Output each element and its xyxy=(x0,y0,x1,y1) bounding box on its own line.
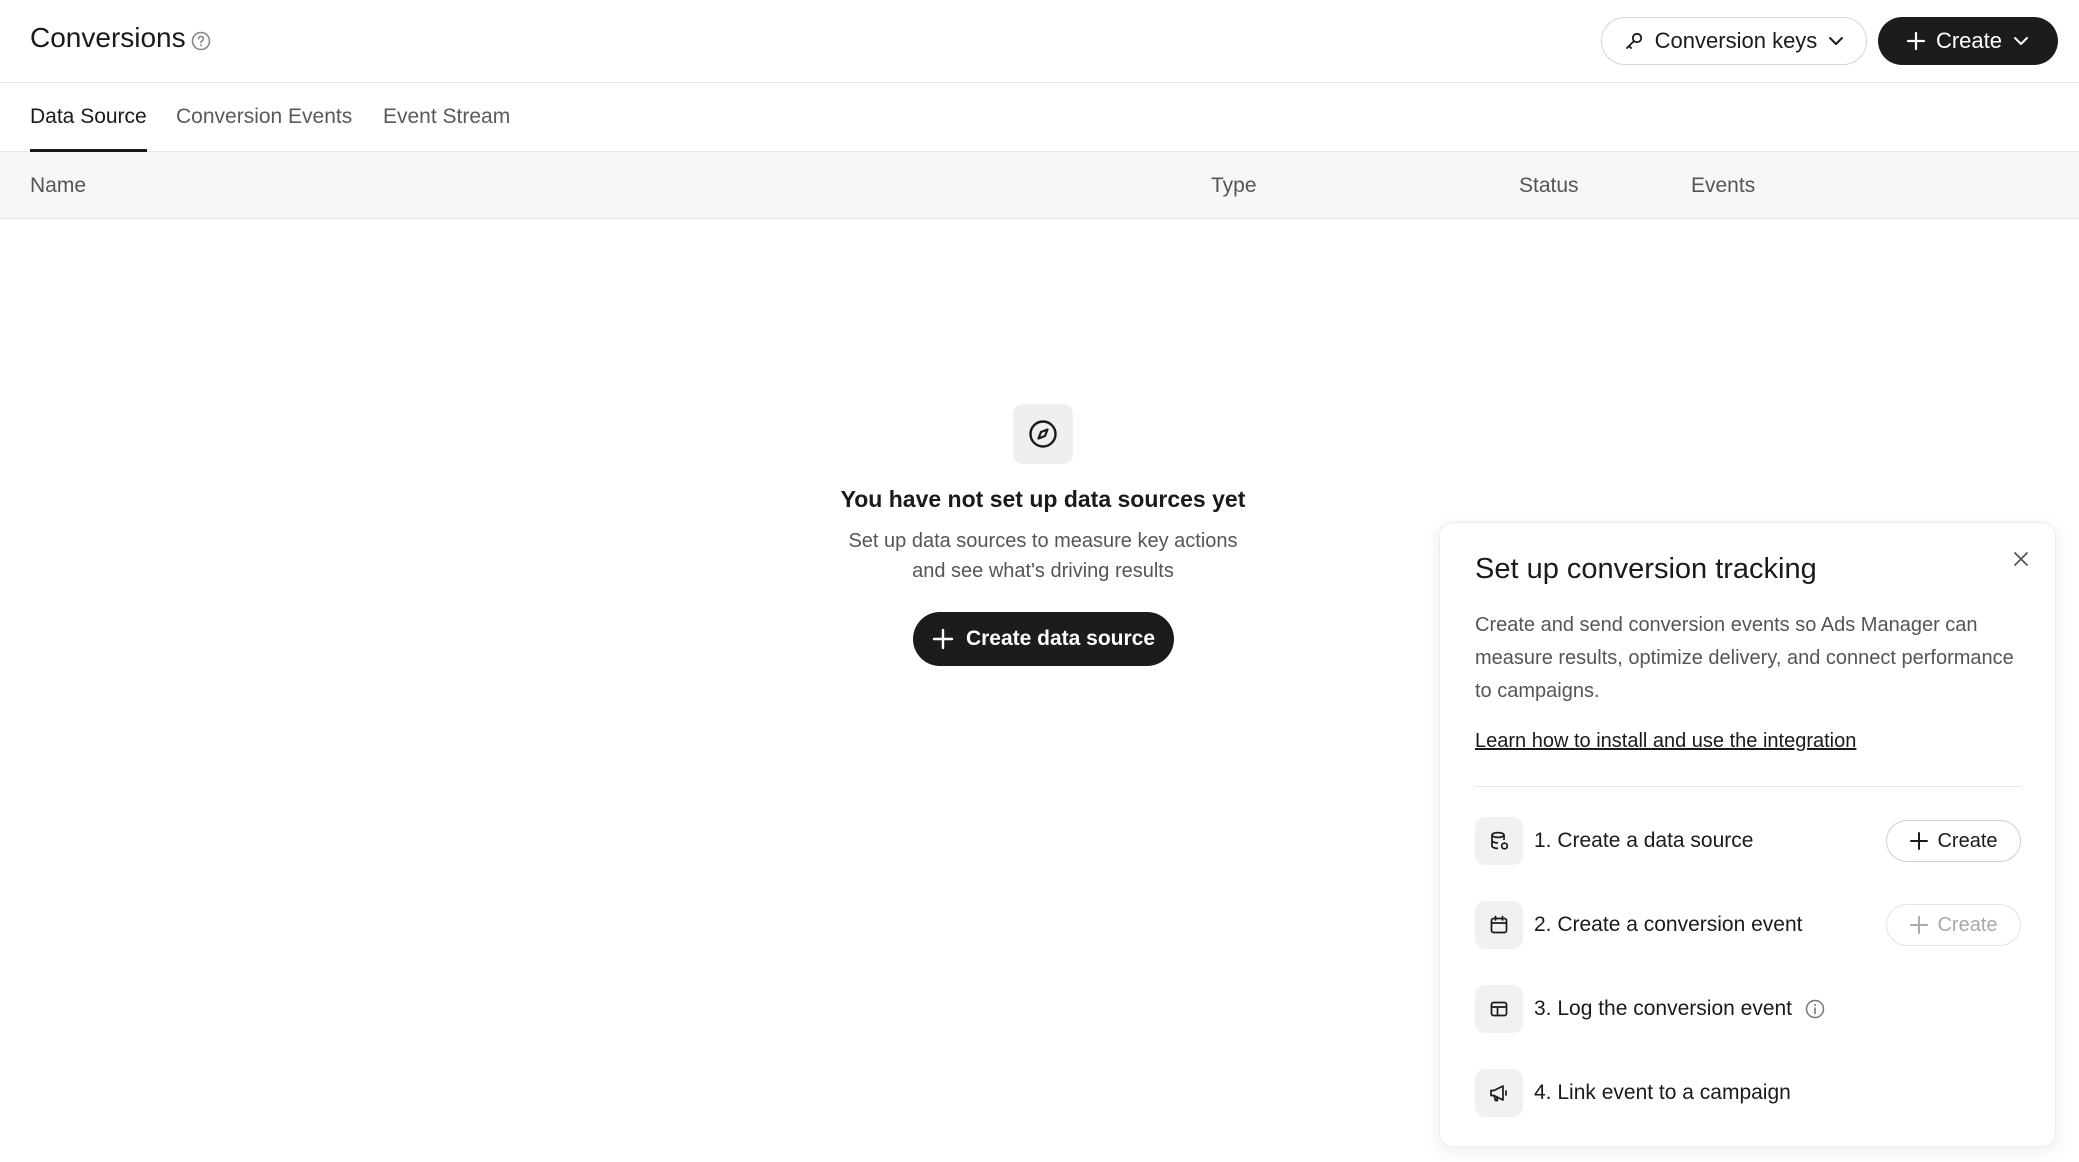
column-header-events[interactable]: Events xyxy=(1691,174,1755,198)
step-create-conversion-event-button[interactable]: Create xyxy=(1886,904,2021,946)
empty-state-icon-box xyxy=(1013,404,1073,464)
setup-step-create-conversion-event: 2. Create a conversion event Create xyxy=(1475,901,2021,951)
setup-step-link-event-to-campaign: 4. Link event to a campaign xyxy=(1475,1069,2021,1119)
page-title: Conversions xyxy=(30,22,186,53)
conversions-page: Conversions Conversion keys Create Data … xyxy=(0,0,2079,1162)
tab-conversion-events[interactable]: Conversion Events xyxy=(176,105,352,149)
layout-icon xyxy=(1490,1001,1508,1017)
panel-title: Set up conversion tracking xyxy=(1475,553,1817,585)
tab-event-stream[interactable]: Event Stream xyxy=(383,105,510,149)
step-label: 4. Link event to a campaign xyxy=(1534,1081,1791,1104)
plus-icon xyxy=(932,628,954,650)
help-icon[interactable] xyxy=(190,30,212,52)
table-header: Name Type Status Events xyxy=(0,152,2079,219)
step-label: 2. Create a conversion event xyxy=(1534,913,1803,936)
chevron-down-icon xyxy=(2014,37,2029,45)
close-icon[interactable] xyxy=(2011,549,2031,569)
step-label: 3. Log the conversion event xyxy=(1534,997,1793,1020)
step-label-wrapper: 3. Log the conversion event xyxy=(1534,997,1826,1021)
create-data-source-label: Create data source xyxy=(965,627,1156,650)
key-icon xyxy=(1625,32,1642,49)
megaphone-icon xyxy=(1490,1085,1507,1102)
step-create-label: Create xyxy=(1937,829,1998,852)
create-data-source-button[interactable]: Create data source xyxy=(913,612,1174,666)
setup-step-create-data-source: 1. Create a data source Create xyxy=(1475,817,2021,867)
integration-guide-link[interactable]: Learn how to install and use the integra… xyxy=(1475,730,1856,753)
step-label: 1. Create a data source xyxy=(1534,829,1754,852)
step-create-label: Create xyxy=(1937,913,1998,936)
database-icon xyxy=(1491,831,1509,850)
plus-icon xyxy=(1906,31,1926,51)
setup-conversion-tracking-panel: Set up conversion tracking Create and se… xyxy=(1439,522,2056,1147)
column-header-name[interactable]: Name xyxy=(30,174,86,198)
info-icon[interactable] xyxy=(1804,998,1826,1020)
panel-divider xyxy=(1475,786,2021,787)
conversion-keys-label: Conversion keys xyxy=(1654,28,1818,53)
panel-description: Create and send conversion events so Ads… xyxy=(1475,614,2014,702)
create-button[interactable]: Create xyxy=(1878,17,2058,65)
step-create-data-source-button[interactable]: Create xyxy=(1886,820,2021,862)
setup-step-log-conversion-event: 3. Log the conversion event xyxy=(1475,985,2021,1035)
column-header-status[interactable]: Status xyxy=(1519,174,1579,198)
chevron-down-icon xyxy=(1829,37,1844,45)
empty-state-description: Set up data sources to measure key actio… xyxy=(848,530,1238,582)
tab-bar: Data Source Conversion Events Event Stre… xyxy=(0,83,2079,152)
step-icon-box xyxy=(1475,985,1523,1033)
tab-data-source[interactable]: Data Source xyxy=(30,105,147,152)
empty-state-title: You have not set up data sources yet xyxy=(840,486,1246,512)
step-icon-box xyxy=(1475,1069,1523,1117)
column-header-type[interactable]: Type xyxy=(1211,174,1257,198)
step-icon-box xyxy=(1475,817,1523,865)
conversion-keys-button[interactable]: Conversion keys xyxy=(1601,17,1867,65)
compass-icon xyxy=(1029,420,1057,448)
step-icon-box xyxy=(1475,901,1523,949)
plus-icon xyxy=(1910,916,1929,934)
page-header: Conversions Conversion keys Create xyxy=(0,0,2079,83)
create-label: Create xyxy=(1935,28,2003,53)
calendar-icon xyxy=(1490,915,1508,934)
plus-icon xyxy=(1910,832,1929,850)
